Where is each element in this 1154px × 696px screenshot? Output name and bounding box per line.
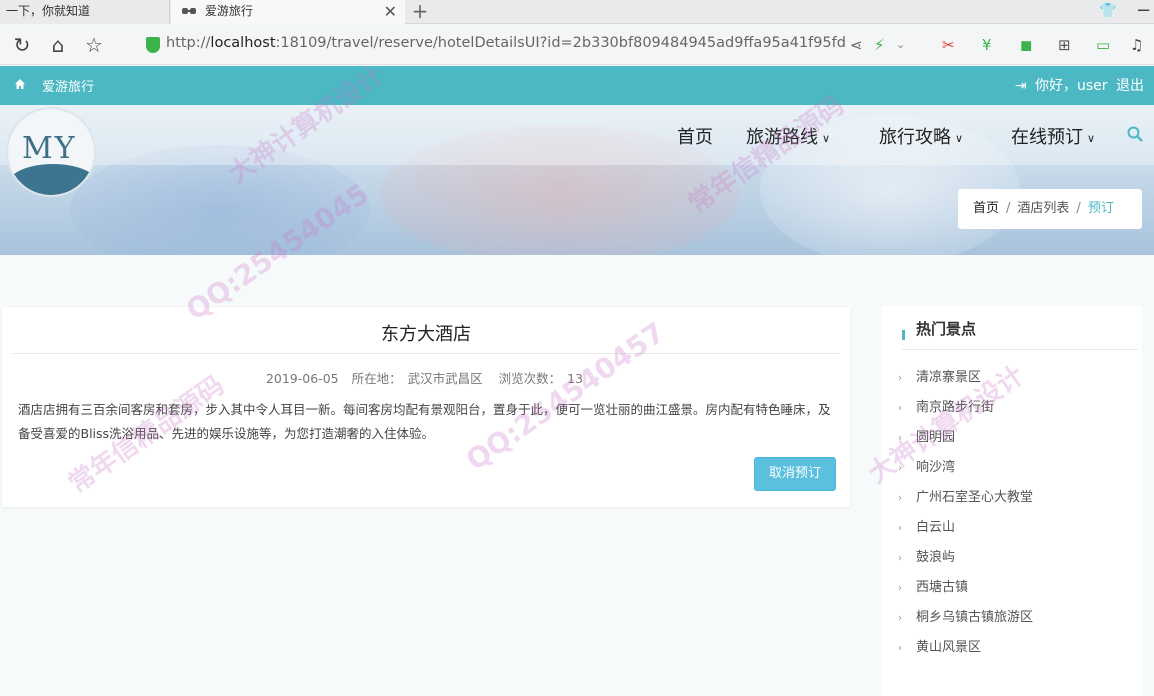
chevron-right-icon: › — [898, 553, 902, 564]
nav-item-routes[interactable]: 旅游路线 ∨ — [746, 123, 830, 149]
nav-item-booking[interactable]: 在线预订 ∨ — [1011, 123, 1095, 149]
main-navbar — [0, 105, 1154, 165]
chevron-right-icon: › — [898, 403, 902, 414]
minimize-icon[interactable]: − — [1136, 0, 1151, 21]
list-item[interactable]: › 桐乡乌镇古镇旅游区 — [898, 606, 1033, 636]
yen-icon[interactable]: ¥ — [982, 36, 992, 54]
hotel-date: 2019-06-05 — [265, 371, 339, 386]
scissors-icon[interactable]: ✂ — [942, 36, 955, 54]
hotel-meta: 2019-06-05 所在地： 武汉市武昌区 浏览次数： 13 — [265, 371, 584, 386]
hotel-location: 武汉市武昌区 — [407, 371, 483, 386]
breadcrumb-hotel-list[interactable]: 酒店列表 — [1017, 201, 1069, 216]
site-logo[interactable]: MY — [6, 107, 96, 197]
list-item[interactable]: › 鼓浪屿 — [898, 546, 1033, 576]
list-item[interactable]: › 广州石室圣心大教堂 — [898, 486, 1033, 516]
list-item[interactable]: › 圆明园 — [898, 426, 1033, 456]
list-item[interactable]: › 响沙湾 — [898, 456, 1033, 486]
hotel-description: 酒店店拥有三百余间客房和套房，步入其中令人耳目一新。每间客房均配有景观阳台，置身… — [18, 402, 831, 441]
refresh-icon[interactable]: ↻ — [10, 33, 34, 57]
nav-item-guides[interactable]: 旅行攻略 ∨ — [879, 123, 963, 149]
hotel-views: 13 — [567, 371, 584, 386]
mask-icon — [182, 7, 196, 14]
chevron-right-icon: › — [898, 613, 902, 624]
hot-spots-list: › 清凉寨景区 › 南京路步行街 › 圆明园 › 响沙湾 › 广州石室圣心大教堂 › 白云山… — [898, 366, 1033, 666]
search-icon[interactable] — [1127, 126, 1143, 142]
site-name[interactable]: 爱游旅行 — [42, 76, 94, 95]
star-icon[interactable]: ☆ — [82, 33, 106, 57]
new-tab-button[interactable]: + — [406, 0, 434, 24]
chevron-right-icon: › — [898, 643, 902, 654]
user-greeting: ⇥ 你好，user 退出 — [1011, 75, 1144, 95]
bolt-icon[interactable]: ⚡ — [874, 36, 885, 54]
breadcrumb: 首页 / 酒店列表 / 预订 — [958, 189, 1142, 229]
chevron-right-icon: › — [898, 523, 902, 534]
chevron-down-icon: ∨ — [955, 131, 964, 145]
breadcrumb-home[interactable]: 首页 — [973, 201, 999, 216]
chat-icon[interactable]: ◼ — [1020, 36, 1032, 54]
shirt-icon[interactable]: 👕 — [1099, 3, 1116, 19]
site-top-strip: 爱游旅行 ⇥ 你好，user 退出 — [0, 66, 1154, 105]
chevron-down-icon: ∨ — [1087, 131, 1096, 145]
list-item[interactable]: › 白云山 — [898, 516, 1033, 546]
browser-tab-active[interactable]: 爱游旅行 ✕ — [171, 0, 405, 24]
hotel-detail-card: 东方大酒店 2019-06-05 所在地： 武汉市武昌区 浏览次数： 13 酒店店拥… — [2, 307, 850, 507]
hero-banner: MY 首页 旅游路线 ∨ 旅行攻略 ∨ 在线预订 ∨ 首页 / 酒店列表 / 预订 — [0, 105, 1154, 255]
chevron-right-icon: › — [898, 373, 902, 384]
address-bar: ↻ ⌂ ☆ http://localhost:18109/travel/rese… — [0, 25, 1154, 65]
logout-link[interactable]: 退出 — [1116, 78, 1144, 94]
hotel-name: 东方大酒店 — [381, 324, 471, 345]
list-item[interactable]: › 清凉寨景区 — [898, 366, 1033, 396]
shield-icon — [146, 37, 160, 53]
breadcrumb-current: 预订 — [1087, 201, 1114, 216]
chevron-down-icon[interactable]: ⌄ — [896, 36, 905, 54]
browser-tab-bar: 一下，你就知道 爱游旅行 ✕ + 👕 − — [0, 0, 1154, 24]
logo-text: MY — [22, 131, 77, 166]
home-icon[interactable] — [14, 78, 26, 90]
url-field[interactable]: http://localhost:18109/travel/reserve/ho… — [140, 34, 846, 56]
apps-icon[interactable]: ⊞ — [1058, 36, 1071, 54]
hot-spots-sidebar: 热门景点 › 清凉寨景区 › 南京路步行街 › 圆明园 › 响沙湾 › 广州石室圣心大教堂… — [882, 306, 1142, 696]
tab-title: 一下，你就知道 — [6, 4, 91, 18]
close-icon[interactable]: ✕ — [384, 1, 397, 23]
share-icon[interactable]: ⋖ — [850, 36, 863, 54]
divider — [12, 353, 840, 354]
list-item[interactable]: › 西塘古镇 — [898, 576, 1033, 606]
sidebar-title: 热门景点 — [916, 320, 977, 338]
home-icon[interactable]: ⌂ — [46, 33, 70, 57]
chevron-right-icon: › — [898, 433, 902, 444]
list-item[interactable]: › 黄山风景区 — [898, 636, 1033, 666]
chevron-right-icon: › — [898, 493, 902, 504]
chevron-down-icon: ∨ — [822, 131, 831, 145]
chevron-right-icon: › — [898, 583, 902, 594]
tab-title: 爱游旅行 — [204, 4, 253, 18]
cancel-booking-button[interactable]: 取消预订 — [754, 457, 836, 491]
browser-tab-baidu[interactable]: 一下，你就知道 — [0, 0, 170, 24]
chevron-right-icon: › — [898, 463, 902, 474]
headphones-icon[interactable]: ♫ — [1130, 36, 1143, 54]
battery-icon[interactable]: ▭ — [1096, 36, 1110, 54]
nav-item-home[interactable]: 首页 — [677, 123, 713, 149]
list-item[interactable]: › 南京路步行街 — [898, 396, 1033, 426]
login-icon: ⇥ — [1014, 78, 1027, 94]
greeting-text: 你好，user — [1035, 78, 1108, 94]
url-text: http://localhost:18109/travel/reserve/ho… — [166, 35, 846, 51]
